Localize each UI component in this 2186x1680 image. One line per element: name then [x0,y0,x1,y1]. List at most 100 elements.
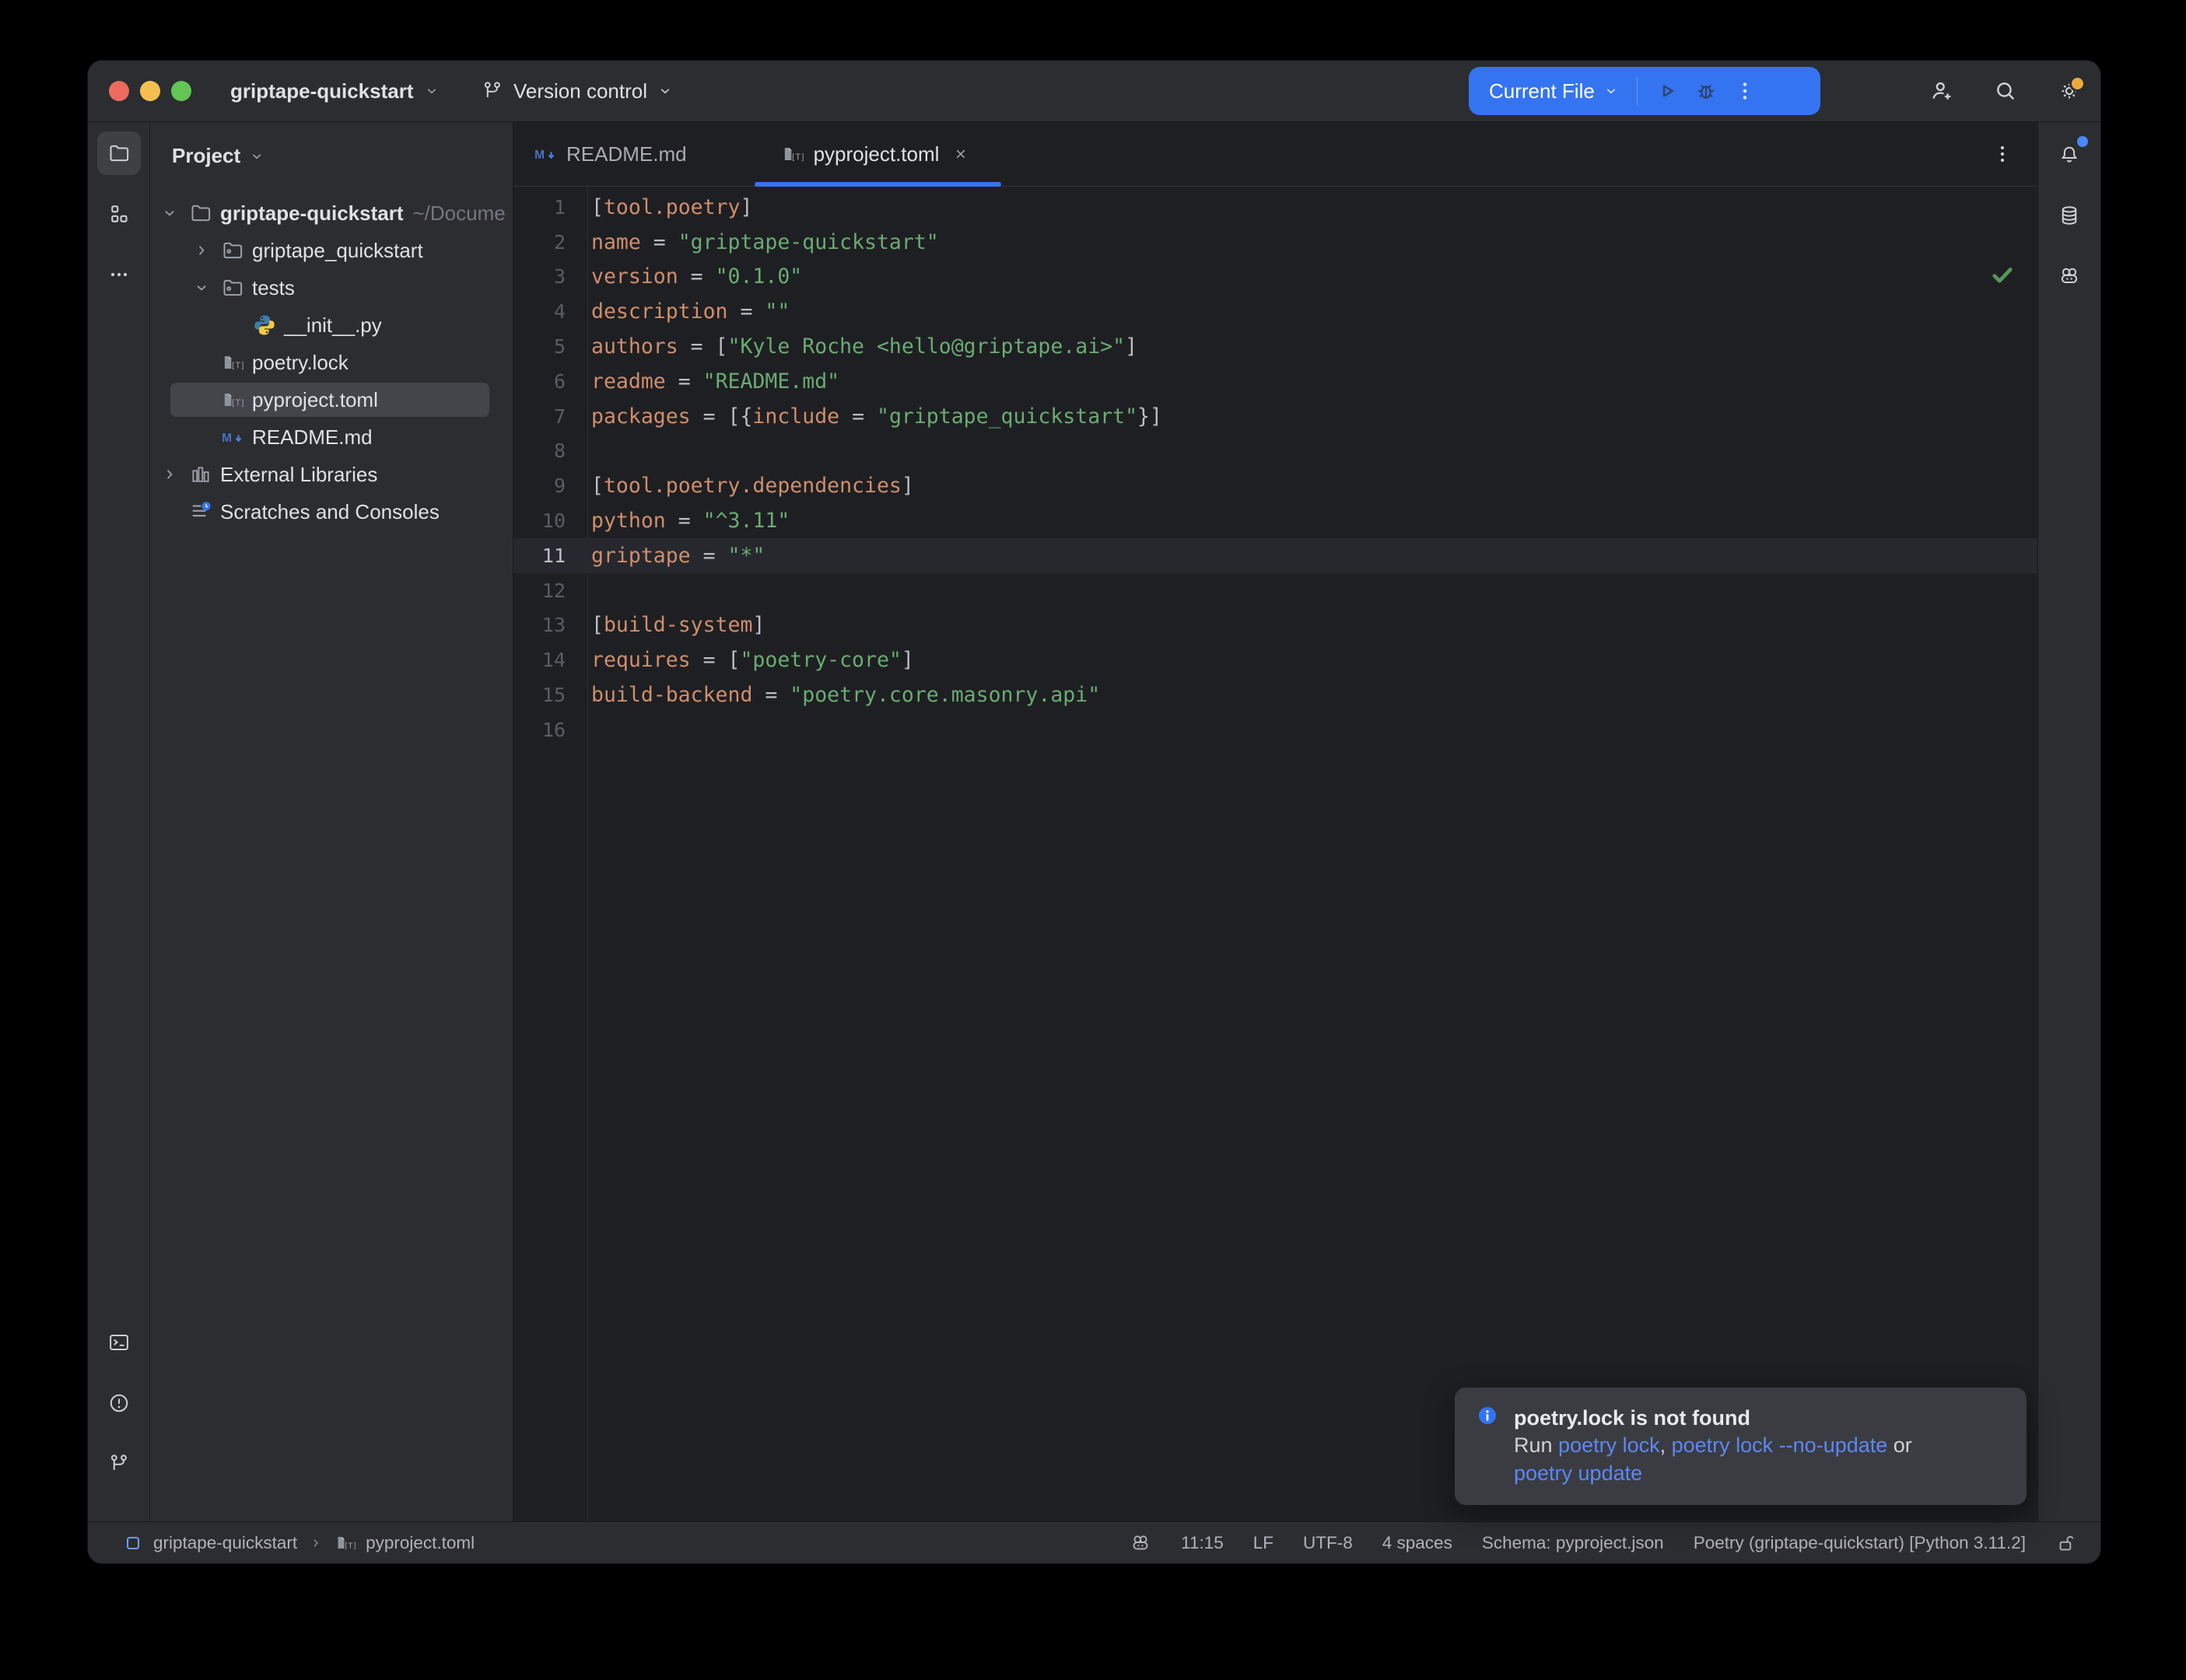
project-selector[interactable]: griptape-quickstart [230,61,440,121]
tab-readme-md[interactable]: MREADME.md [513,122,753,186]
line-number[interactable]: 14 [513,649,587,671]
code-line-4[interactable]: 4description = "" [513,294,2037,329]
ai-assistant-status[interactable] [1130,1532,1151,1554]
line-number[interactable]: 11 [513,544,587,567]
tool-stripe-more-button[interactable] [97,253,141,296]
code-text[interactable]: python = "^3.11" [587,509,790,533]
line-number[interactable]: 13 [513,614,587,636]
run-config-selector[interactable]: Current File [1489,79,1595,103]
chev-down-icon[interactable] [192,278,211,297]
zoom-window-button[interactable] [171,81,191,101]
line-number[interactable]: 2 [513,231,587,254]
code-text[interactable]: authors = ["Kyle Roche <hello@griptape.a… [587,334,1137,359]
close-tab-icon[interactable] [951,145,970,163]
tree-item-poetry-lock[interactable]: [T]poetry.lock [150,344,513,381]
tool-stripe-folder-button[interactable] [97,131,141,175]
debug-button[interactable] [1694,79,1718,103]
code-line-14[interactable]: 14requires = ["poetry-core"] [513,642,2037,677]
tool-stripe-structure-button[interactable] [97,192,141,236]
line-number[interactable]: 1 [513,196,587,219]
chev-right-icon[interactable] [192,241,211,260]
line-number[interactable]: 8 [513,439,587,462]
line-number[interactable]: 3 [513,265,587,288]
code-line-13[interactable]: 13[build-system] [513,608,2037,643]
tool-stripe-bell-button[interactable] [2048,133,2091,177]
code-text[interactable]: requires = ["poetry-core"] [587,648,914,672]
code-line-1[interactable]: 1[tool.poetry] [513,190,2037,225]
tree-item-scratches-and-consoles[interactable]: Scratches and Consoles [150,493,513,530]
code-text[interactable]: [build-system] [587,613,765,637]
line-number[interactable]: 12 [513,579,587,602]
python-interpreter[interactable]: Poetry (griptape-quickstart) [Python 3.1… [1694,1533,2026,1553]
tool-stripe-problems-button[interactable] [97,1381,141,1425]
chev-down-icon[interactable] [160,204,179,222]
file-encoding[interactable]: UTF-8 [1303,1533,1353,1553]
indent-style[interactable]: 4 spaces [1382,1533,1452,1553]
code-text[interactable]: packages = [{include = "griptape_quickst… [587,404,1162,429]
tool-stripe-ai-button[interactable] [2048,254,2091,298]
more-run-actions-button[interactable] [1732,79,1757,103]
notification-link-poetry-lock-no-update[interactable]: poetry lock --no-update [1672,1433,1888,1457]
notification-link-poetry-lock[interactable]: poetry lock [1558,1433,1660,1457]
code-text[interactable]: [tool.poetry.dependencies] [587,474,914,498]
line-number[interactable]: 6 [513,370,587,393]
tree-item-external-libraries[interactable]: External Libraries [150,456,513,493]
tree-item-tests[interactable]: tests [150,269,513,306]
search-everywhere-icon[interactable] [1992,78,2019,104]
line-number[interactable]: 7 [513,405,587,428]
line-number[interactable]: 4 [513,300,587,323]
code-text[interactable]: version = "0.1.0" [587,264,802,289]
code-text[interactable]: build-backend = "poetry.core.masonry.api… [587,683,1100,707]
code-line-3[interactable]: 3version = "0.1.0" [513,260,2037,295]
close-window-button[interactable] [109,81,129,101]
code-text[interactable]: [tool.poetry] [587,195,752,219]
line-number[interactable]: 16 [513,719,587,741]
settings-button[interactable] [2056,78,2083,104]
code-line-5[interactable]: 5authors = ["Kyle Roche <hello@griptape.… [513,329,2037,364]
code-text[interactable]: name = "griptape-quickstart" [587,230,939,254]
code-line-7[interactable]: 7packages = [{include = "griptape_quicks… [513,399,2037,434]
code-line-9[interactable]: 9[tool.poetry.dependencies] [513,468,2037,503]
code-line-8[interactable]: 8 [513,434,2037,469]
cursor-position[interactable]: 11:15 [1181,1533,1224,1553]
code-text[interactable]: griptape = "*" [587,544,765,568]
code-text[interactable]: readme = "README.md" [587,369,839,394]
inspections-ok-icon[interactable] [1989,261,2016,288]
json-schema[interactable]: Schema: pyproject.json [1482,1533,1664,1553]
tool-stripe-terminal-button[interactable] [97,1321,141,1364]
code-line-10[interactable]: 10python = "^3.11" [513,503,2037,538]
minimize-window-button[interactable] [140,81,160,101]
tree-item--init-py[interactable]: __init__.py [150,306,513,344]
code-line-11[interactable]: 11griptape = "*" [513,538,2037,573]
line-number[interactable]: 10 [513,509,587,532]
tool-stripe-database-button[interactable] [2048,194,2091,237]
breadcrumb-file[interactable]: [T]pyproject.toml [335,1533,475,1553]
tree-item-griptape-quickstart[interactable]: griptape-quickstart~/Docume [150,194,513,232]
tree-item-griptape-quickstart[interactable]: griptape_quickstart [150,232,513,269]
tool-stripe-git-branch-button[interactable] [97,1442,141,1486]
line-number[interactable]: 5 [513,335,587,358]
code-with-me-icon[interactable] [1929,78,1955,104]
code-line-6[interactable]: 6readme = "README.md" [513,364,2037,399]
notification-link-poetry-update[interactable]: poetry update [1514,1461,1642,1485]
tab-options-icon[interactable] [1991,142,2014,166]
breadcrumb-project[interactable]: griptape-quickstart [122,1532,297,1554]
vcs-selector[interactable]: Version control [481,61,674,121]
svg-text:M: M [534,149,545,162]
line-number[interactable]: 15 [513,684,587,706]
chev-right-icon[interactable] [160,465,179,484]
code-line-16[interactable]: 16 [513,712,2037,747]
code-text[interactable]: description = "" [587,299,790,324]
tab-pyproject-toml[interactable]: [T]pyproject.toml [753,122,1004,186]
run-button[interactable] [1655,79,1680,103]
code-editor[interactable]: 1[tool.poetry]2name = "griptape-quicksta… [513,187,2037,1521]
code-line-2[interactable]: 2name = "griptape-quickstart" [513,225,2037,260]
line-number[interactable]: 9 [513,474,587,497]
project-panel-header[interactable]: Project [172,144,265,168]
readonly-toggle[interactable] [2055,1532,2077,1554]
tree-item-readme-md[interactable]: MREADME.md [150,418,513,456]
line-separator[interactable]: LF [1253,1533,1273,1553]
code-line-12[interactable]: 12 [513,573,2037,608]
tree-item-pyproject-toml[interactable]: [T]pyproject.toml [150,381,513,418]
code-line-15[interactable]: 15build-backend = "poetry.core.masonry.a… [513,677,2037,712]
